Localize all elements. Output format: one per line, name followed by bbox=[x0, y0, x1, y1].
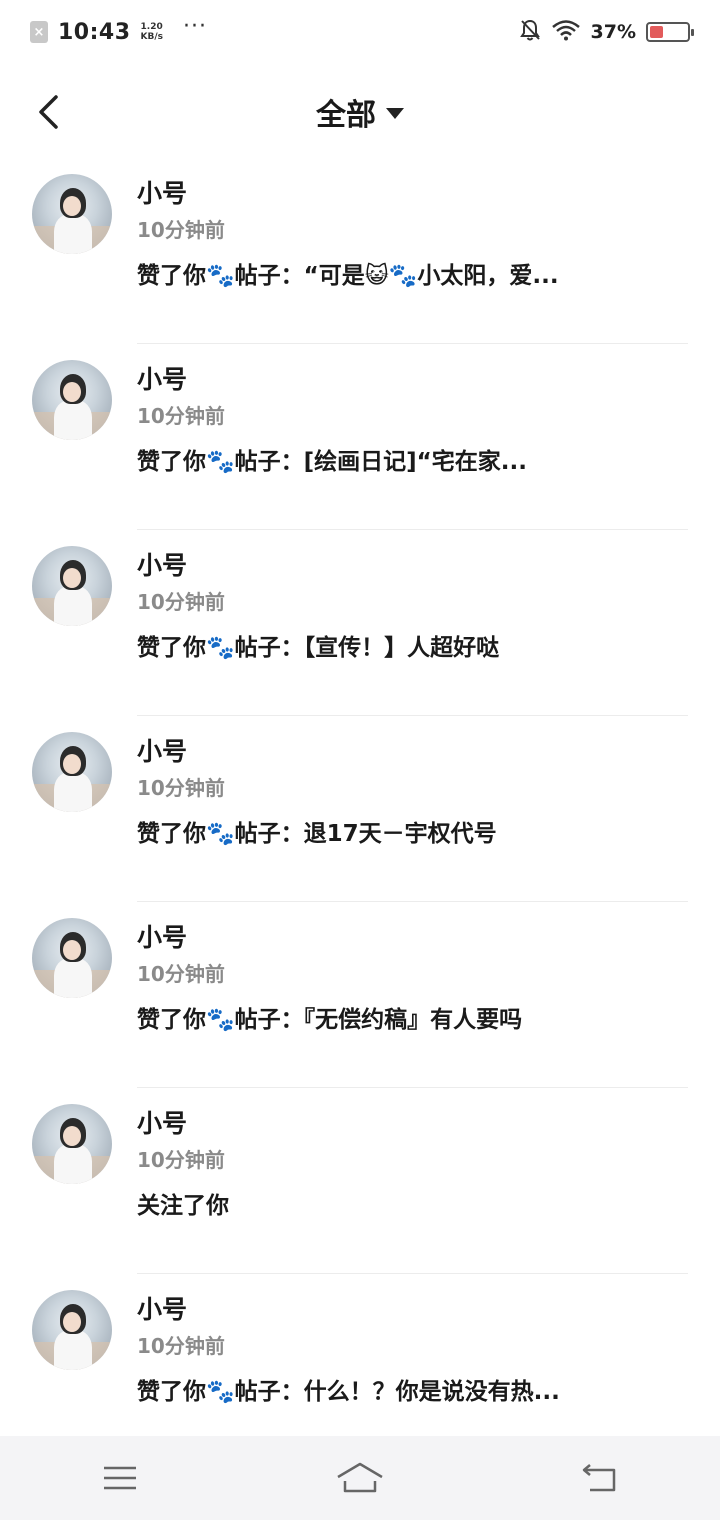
timestamp: 10分钟前 bbox=[137, 776, 225, 800]
avatar[interactable] bbox=[32, 1104, 112, 1184]
avatar-figure-body bbox=[54, 1144, 92, 1184]
avatar[interactable] bbox=[32, 546, 112, 626]
notification-item[interactable]: 小号 10分钟前赞了你🐾帖子：什么！？你是说没有热... bbox=[0, 1274, 720, 1460]
status-right: 37% bbox=[519, 18, 694, 46]
avatar[interactable] bbox=[32, 1290, 112, 1370]
battery-level bbox=[650, 26, 664, 38]
network-speed: 1.20 KB/s bbox=[141, 22, 163, 42]
status-left: × 10:43 1.20 KB/s ··· bbox=[30, 16, 207, 45]
avatar-figure-face bbox=[63, 568, 81, 588]
wifi-icon bbox=[551, 19, 581, 45]
user-name[interactable]: 小号 bbox=[137, 174, 187, 210]
home-button[interactable] bbox=[320, 1448, 400, 1508]
avatar-figure-face bbox=[63, 382, 81, 402]
sim-card-icon: × bbox=[30, 21, 48, 43]
timestamp: 10分钟前 bbox=[137, 962, 225, 986]
timestamp: 10分钟前 bbox=[137, 590, 225, 614]
user-name[interactable]: 小号 bbox=[137, 732, 187, 768]
user-name[interactable]: 小号 bbox=[137, 918, 187, 954]
notification-item[interactable]: 小号 10分钟前关注了你 bbox=[0, 1088, 720, 1274]
user-name[interactable]: 小号 bbox=[137, 546, 187, 582]
user-name[interactable]: 小号 bbox=[137, 360, 187, 396]
notification-item[interactable]: 小号 10分钟前赞了你🐾帖子：[绘画日记]“宅在家... bbox=[0, 344, 720, 530]
notification-item[interactable]: 小号 10分钟前赞了你🐾帖子：【宣传！】人超好哒 bbox=[0, 530, 720, 716]
avatar[interactable] bbox=[32, 360, 112, 440]
notification-text[interactable]: 赞了你🐾帖子：『无偿约稿』有人要吗 bbox=[137, 1000, 677, 1034]
timestamp: 10分钟前 bbox=[137, 1148, 225, 1172]
network-speed-unit: KB/s bbox=[140, 32, 164, 42]
status-bar: × 10:43 1.20 KB/s ··· 37% bbox=[0, 0, 720, 64]
battery-percent: 37% bbox=[590, 21, 636, 43]
return-icon bbox=[582, 1464, 616, 1492]
avatar-figure-face bbox=[63, 940, 81, 960]
network-speed-value: 1.20 bbox=[140, 22, 163, 32]
back-button[interactable] bbox=[28, 90, 68, 134]
menu-icon bbox=[104, 1466, 136, 1490]
user-name[interactable]: 小号 bbox=[137, 1104, 187, 1140]
notification-text[interactable]: 赞了你🐾帖子：[绘画日记]“宅在家... bbox=[137, 442, 677, 476]
avatar[interactable] bbox=[32, 732, 112, 812]
notification-text[interactable]: 关注了你 bbox=[137, 1186, 677, 1220]
avatar-figure-face bbox=[63, 196, 81, 216]
screen: × 10:43 1.20 KB/s ··· 37% 全部 小号 10分钟前 赞了… bbox=[0, 0, 720, 1520]
notification-text[interactable]: 赞了你🐾帖子：【宣传！】人超好哒 bbox=[137, 628, 677, 662]
menu-button[interactable] bbox=[80, 1448, 160, 1508]
avatar-figure-body bbox=[54, 586, 92, 626]
avatar-figure-face bbox=[63, 754, 81, 774]
timestamp: 10分钟前 bbox=[137, 404, 225, 428]
notification-item[interactable]: 小号 10分钟前赞了你🐾帖子：“可是😺🐾小太阳，爱... bbox=[0, 158, 720, 344]
return-button[interactable] bbox=[560, 1448, 640, 1508]
battery-icon bbox=[646, 22, 694, 42]
avatar-figure-face bbox=[63, 1126, 81, 1146]
notification-item[interactable]: 小号 10分钟前赞了你🐾帖子：退17天－宇权代号 bbox=[0, 716, 720, 902]
timestamp: 10分钟前 bbox=[137, 1334, 225, 1358]
avatar-figure-body bbox=[54, 1330, 92, 1370]
status-time: 10:43 bbox=[58, 19, 131, 45]
page-title: 全部 bbox=[316, 98, 376, 133]
notification-list: 小号 10分钟前 赞了你🐾帖子：“可是😺🐾小太阳，爱... 小号 10分钟前 赞了你🐾帖子… bbox=[0, 158, 720, 1460]
avatar-figure-body bbox=[54, 772, 92, 812]
avatar-figure-body bbox=[54, 958, 92, 998]
avatar[interactable] bbox=[32, 174, 112, 254]
avatar[interactable] bbox=[32, 918, 112, 998]
chevron-left-icon bbox=[39, 95, 58, 129]
system-nav-bar bbox=[0, 1436, 720, 1520]
notification-item[interactable]: 小号 10分钟前赞了你🐾帖子：『无偿约稿』有人要吗 bbox=[0, 902, 720, 1088]
avatar-figure-face bbox=[63, 1312, 81, 1332]
avatar-figure-body bbox=[54, 400, 92, 440]
caret-down-icon bbox=[386, 108, 404, 119]
notification-text[interactable]: 赞了你🐾帖子：“可是😺🐾小太阳，爱... bbox=[137, 256, 677, 290]
home-icon bbox=[337, 1462, 383, 1493]
header: 全部 bbox=[0, 80, 720, 144]
notification-text[interactable]: 赞了你🐾帖子：退17天－宇权代号 bbox=[137, 814, 677, 848]
filter-dropdown[interactable]: 全部 bbox=[316, 90, 404, 134]
more-notifications-icon: ··· bbox=[183, 14, 207, 39]
timestamp: 10分钟前 bbox=[137, 218, 225, 242]
notification-text[interactable]: 赞了你🐾帖子：什么！？你是说没有热... bbox=[137, 1372, 677, 1406]
bell-muted-icon bbox=[519, 18, 541, 46]
user-name[interactable]: 小号 bbox=[137, 1290, 187, 1326]
avatar-figure-body bbox=[54, 214, 92, 254]
